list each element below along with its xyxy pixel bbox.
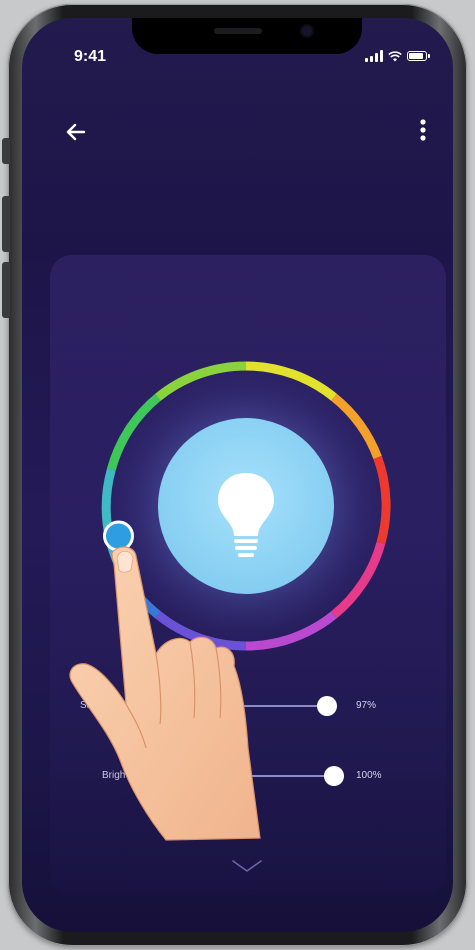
saturation-value: 97% bbox=[356, 700, 377, 711]
brightness-label: Brigh bbox=[102, 770, 126, 781]
mute-switch bbox=[2, 138, 10, 164]
brightness-slider-knob[interactable] bbox=[324, 766, 344, 786]
color-wheel-area bbox=[96, 356, 396, 786]
color-picker-knob[interactable] bbox=[103, 520, 134, 552]
saturation-slider[interactable] bbox=[132, 696, 337, 716]
saturation-slider-knob[interactable] bbox=[317, 696, 337, 716]
chevron-down-icon[interactable] bbox=[227, 856, 267, 876]
saturation-label: Sat bbox=[80, 700, 96, 711]
volume-up-button bbox=[2, 196, 10, 252]
brightness-slider[interactable] bbox=[132, 766, 344, 786]
app-screen: 9:41 Sat 97% Brigh 100% bbox=[22, 18, 453, 932]
page: 9:41 Sat 97% Brigh 100% bbox=[0, 0, 475, 950]
brightness-value: 100% bbox=[356, 770, 382, 781]
volume-down-button bbox=[2, 262, 10, 318]
